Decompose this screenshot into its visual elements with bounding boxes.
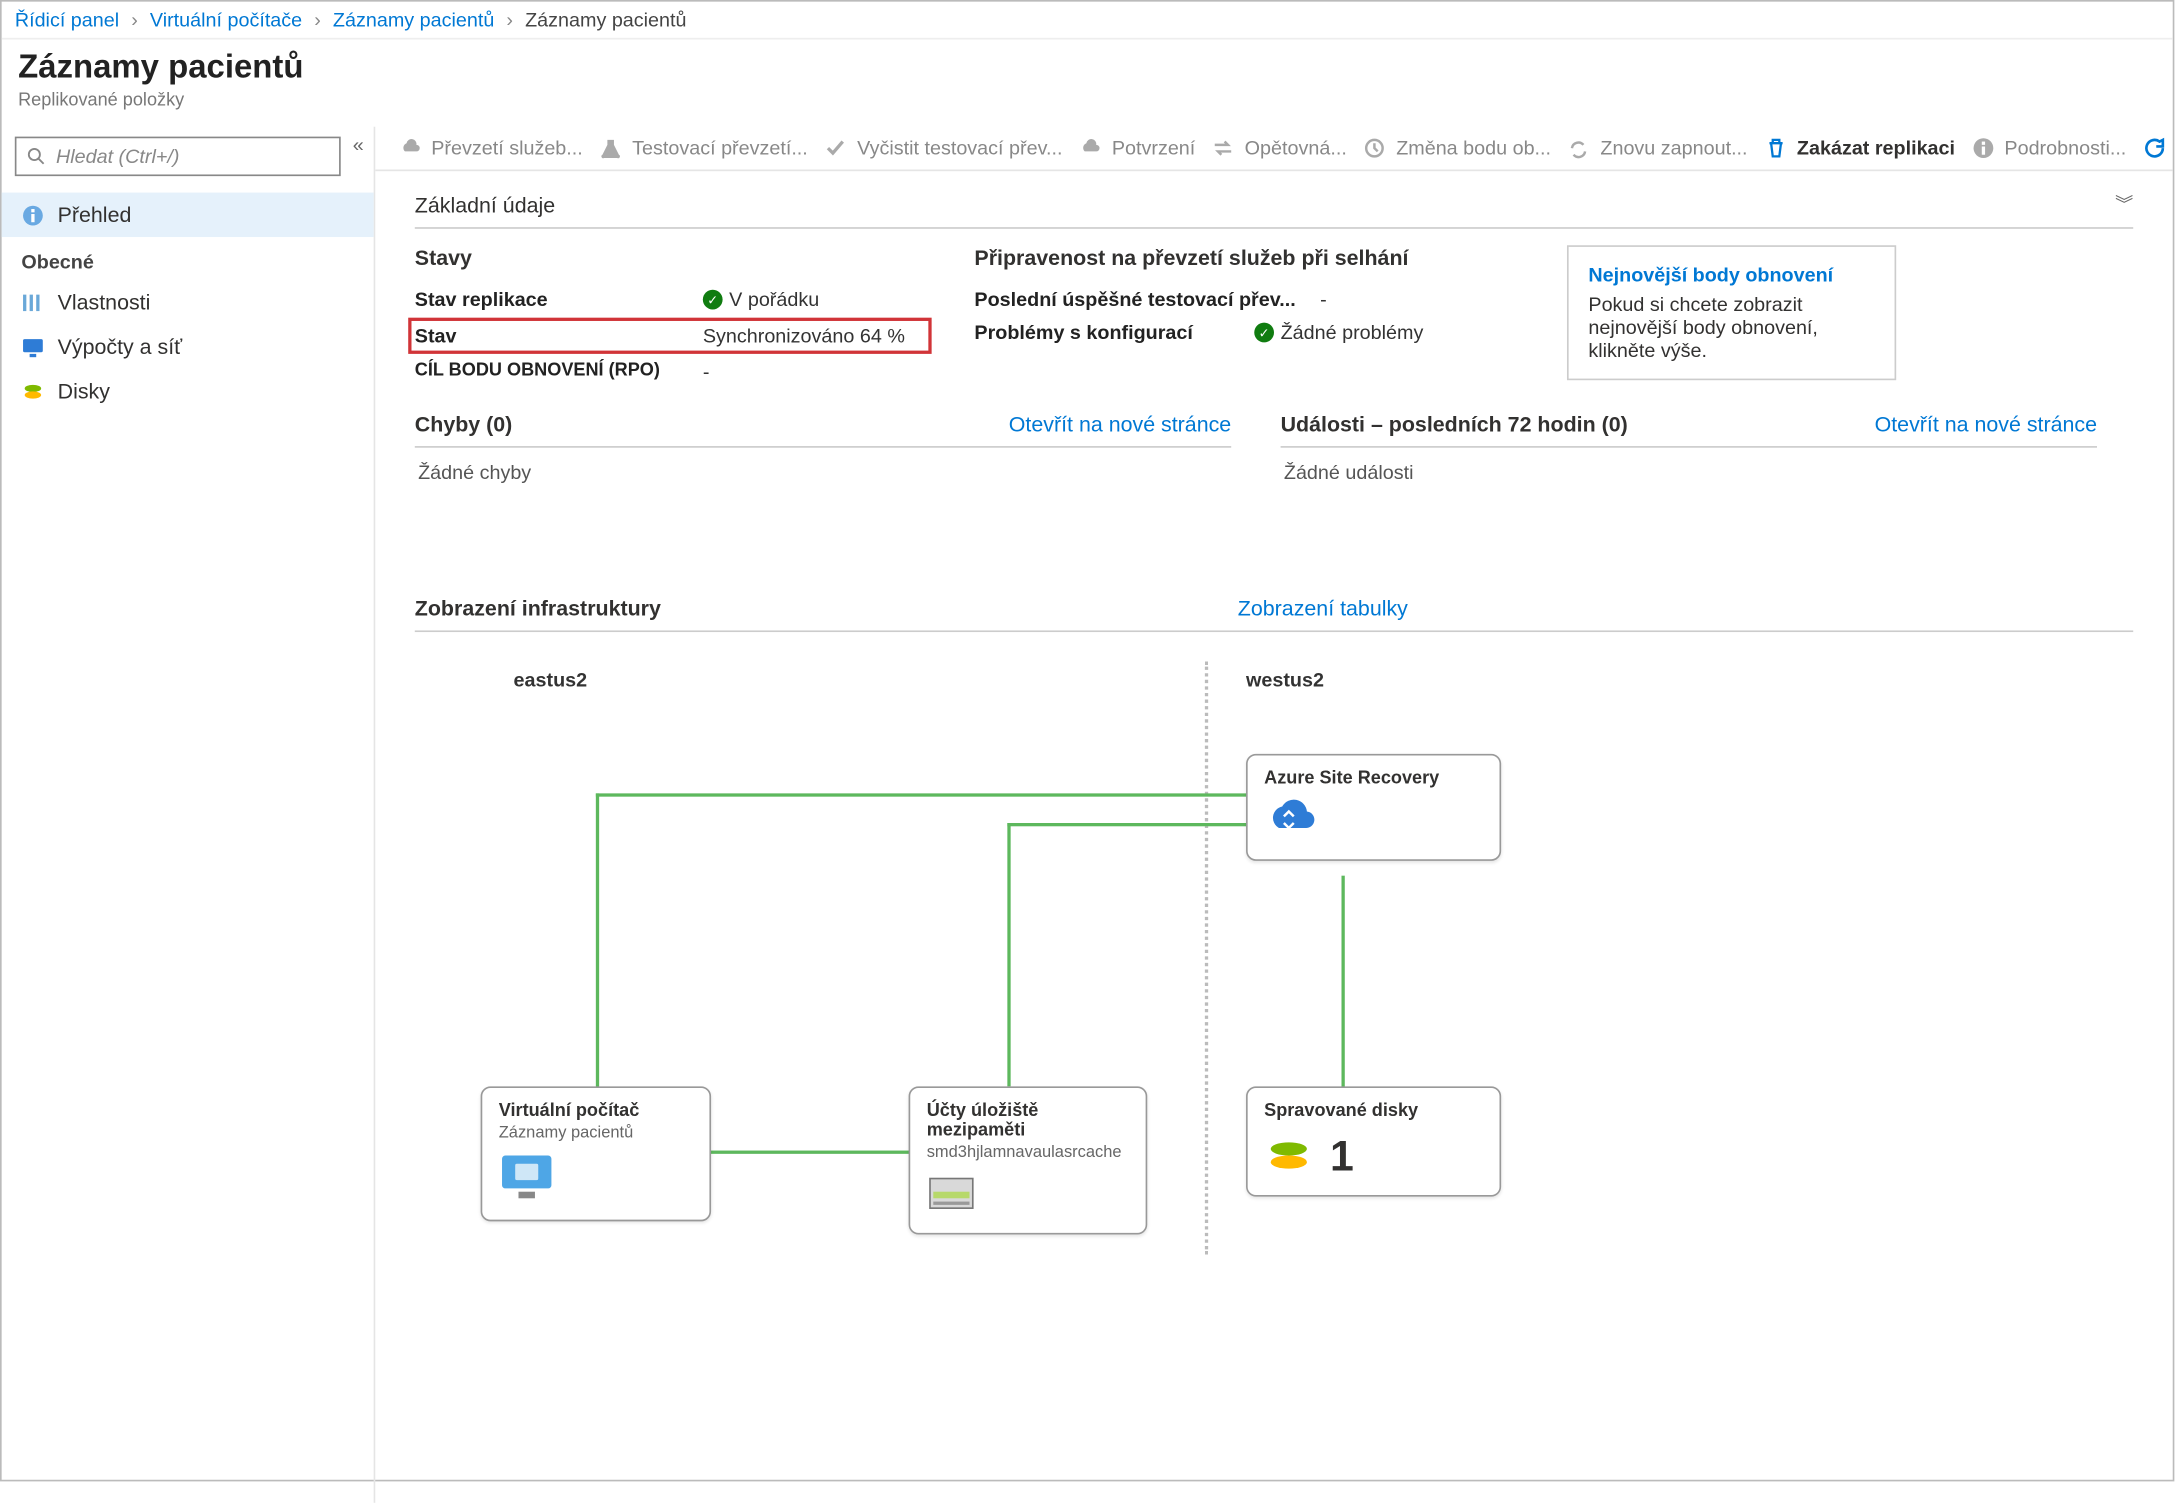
info-icon — [21, 203, 44, 226]
sidebar: « Hledat (Ctrl+/) Přehled Obecné Vlastno… — [2, 127, 376, 1503]
disks-icon — [21, 379, 44, 402]
last-test-value: - — [1320, 288, 1327, 311]
sidebar-item-label: Vlastnosti — [58, 290, 151, 315]
swap-icon — [1212, 137, 1235, 160]
breadcrumb-item[interactable]: Virtuální počítače — [150, 8, 302, 31]
breadcrumb-item[interactable]: Záznamy pacientů — [333, 8, 494, 31]
breadcrumb: Řídicí panel › Virtuální počítače › Zázn… — [2, 2, 2173, 40]
managed-disks-box[interactable]: Spravované disky 1 — [1246, 1086, 1501, 1196]
state-label: Stav — [415, 324, 703, 347]
sliders-icon — [21, 291, 44, 314]
trash-icon — [1764, 137, 1787, 160]
vm-box[interactable]: Virtuální počítač Záznamy pacientů — [481, 1086, 711, 1221]
cache-storage-box[interactable]: Účty úložiště mezipaměti smd3hjlamnavaul… — [909, 1086, 1148, 1234]
errors-title: Chyby (0) — [415, 412, 512, 437]
recovery-points-title: Nejnovější body obnovení — [1588, 263, 1874, 286]
events-title: Události – posledních 72 hodin (0) — [1281, 412, 1628, 437]
errors-empty-text: Žádné chyby — [415, 448, 1231, 497]
check-icon — [824, 137, 847, 160]
infra-diagram: eastus2 westus2 Virtuální počítač — [415, 662, 2133, 1255]
resynchronize-button[interactable]: Opětovná... — [1212, 137, 1347, 160]
check-icon: ✓ — [703, 290, 723, 310]
state-row-highlighted: Stav Synchronizováno 64 % — [408, 318, 931, 354]
asr-box[interactable]: Azure Site Recovery — [1246, 754, 1501, 861]
monitor-icon — [21, 335, 44, 358]
state-value: Synchronizováno 64 % — [703, 324, 905, 347]
search-input[interactable]: Hledat (Ctrl+/) — [15, 137, 341, 177]
table-view-link[interactable]: Zobrazení tabulky — [1238, 596, 1408, 621]
recovery-points-box[interactable]: Nejnovější body obnovení Pokud si chcete… — [1567, 245, 1896, 380]
disks-icon — [1264, 1135, 1313, 1178]
test-failover-button[interactable]: Testovací převzetí... — [599, 137, 808, 160]
search-icon — [26, 146, 46, 166]
page-title: Záznamy pacientů — [18, 49, 2156, 87]
sync-icon — [1567, 137, 1590, 160]
storage-icon — [927, 1172, 1129, 1220]
essentials-header[interactable]: Základní údaje ︾ — [415, 191, 2133, 229]
chevron-down-icon: ︾ — [2115, 191, 2133, 217]
cloud-sync-icon — [1264, 798, 1483, 846]
clock-icon — [1363, 137, 1386, 160]
replication-state-label: Stav replikace — [415, 288, 703, 311]
infra-view-label: Zobrazení infrastruktury — [415, 596, 1238, 621]
replication-state-value: V pořádku — [729, 288, 819, 311]
check-icon: ✓ — [1254, 323, 1274, 343]
search-placeholder: Hledat (Ctrl+/) — [56, 145, 180, 168]
toolbar: Převzetí služeb... Testovací převzetí...… — [375, 127, 2172, 171]
sidebar-item-label: Výpočty a síť — [58, 334, 183, 359]
page-subtitle: Replikované položky — [18, 91, 2156, 111]
flask-icon — [599, 137, 622, 160]
details-button[interactable]: Podrobnosti... — [1971, 137, 2126, 160]
last-test-label: Poslední úspěšné testovací přev... — [974, 288, 1320, 311]
sidebar-section: Obecné — [21, 250, 363, 273]
region-divider — [1205, 662, 1208, 1255]
states-title: Stavy — [415, 245, 925, 270]
page-header: Záznamy pacientů Replikované položky — [2, 40, 2173, 127]
sidebar-item-overview[interactable]: Přehled — [2, 193, 374, 237]
breadcrumb-item[interactable]: Řídicí panel — [15, 8, 119, 31]
config-issues-label: Problémy s konfigurací — [974, 321, 1254, 344]
info-circle-icon — [1971, 137, 1994, 160]
sidebar-item-disks[interactable]: Disky — [2, 369, 374, 413]
change-recovery-point-button[interactable]: Změna bodu ob... — [1363, 137, 1551, 160]
refresh-icon — [2143, 137, 2166, 160]
config-issues-value: Žádné problémy — [1281, 321, 1424, 344]
errors-open-link[interactable]: Otevřít na nové stránce — [1009, 412, 1231, 437]
readiness-title: Připravenost na převzetí služeb při selh… — [974, 245, 1517, 270]
sidebar-item-label: Disky — [58, 379, 110, 404]
disable-replication-button[interactable]: Zakázat replikaci — [1764, 137, 1955, 160]
cloud-icon — [398, 137, 421, 160]
events-open-link[interactable]: Otevřít na nové stránce — [1875, 412, 2097, 437]
cloud-check-icon — [1079, 137, 1102, 160]
monitor-icon — [499, 1152, 693, 1206]
breadcrumb-current: Záznamy pacientů — [525, 8, 686, 31]
region-right-label: westus2 — [1246, 668, 1324, 691]
rpo-label: CÍL BODU OBNOVENÍ (RPO) — [415, 360, 703, 383]
reenable-button[interactable]: Znovu zapnout... — [1567, 137, 1747, 160]
disks-count: 1 — [1330, 1131, 1354, 1182]
failover-button[interactable]: Převzetí služeb... — [398, 137, 582, 160]
rpo-value: - — [703, 360, 710, 383]
sidebar-item-label: Přehled — [58, 202, 132, 227]
refresh-button[interactable]: Obnovit — [2143, 137, 2173, 160]
collapse-icon[interactable]: « — [353, 133, 364, 156]
events-empty-text: Žádné události — [1281, 448, 2097, 497]
recovery-points-text: Pokud si chcete zobrazit nejnovější body… — [1588, 293, 1874, 362]
sidebar-item-compute-network[interactable]: Výpočty a síť — [2, 324, 374, 368]
cleanup-test-button[interactable]: Vyčistit testovací přev... — [824, 137, 1062, 160]
sidebar-item-properties[interactable]: Vlastnosti — [2, 280, 374, 324]
commit-button[interactable]: Potvrzení — [1079, 137, 1195, 160]
region-left-label: eastus2 — [514, 668, 588, 691]
